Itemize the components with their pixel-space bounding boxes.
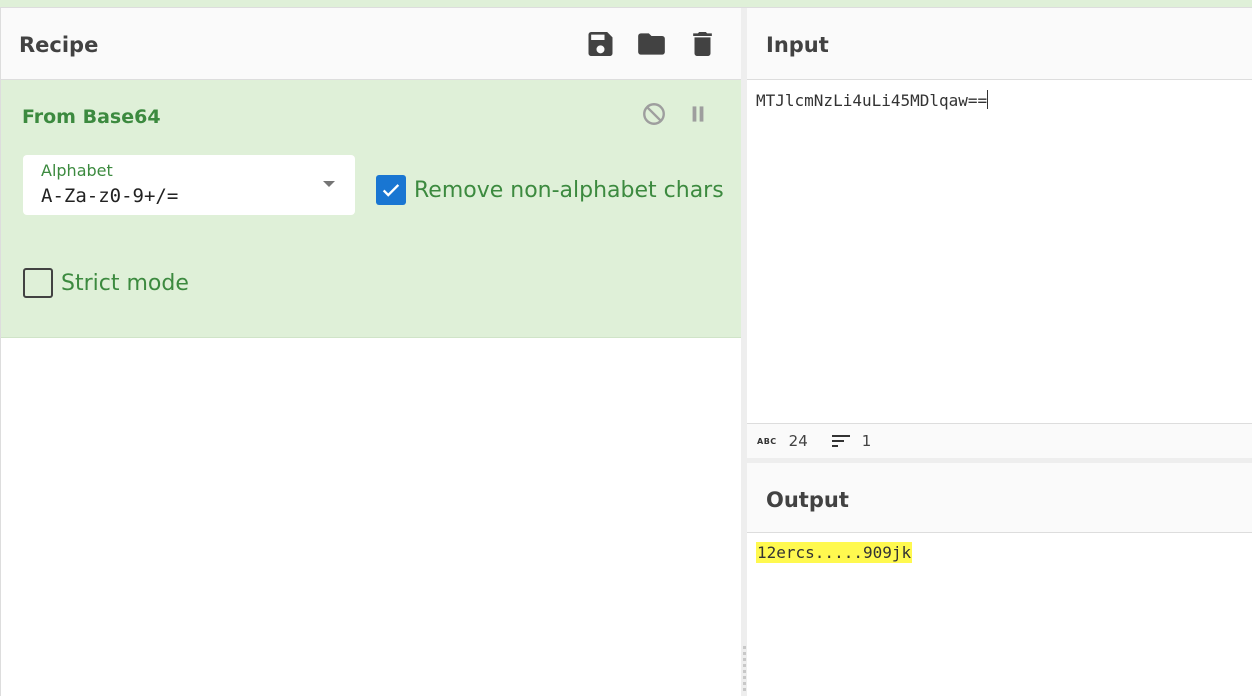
operation-title: From Base64 bbox=[22, 106, 161, 128]
pause-icon[interactable] bbox=[685, 101, 711, 127]
recipe-header: Recipe bbox=[1, 8, 741, 80]
input-textarea[interactable]: MTJlcmNzLi4uLi45MDlqaw== bbox=[756, 90, 989, 110]
chevron-down-icon[interactable] bbox=[323, 181, 335, 187]
abc-icon: ABC bbox=[757, 436, 777, 446]
folder-icon[interactable] bbox=[635, 28, 668, 60]
line-count: 1 bbox=[861, 432, 872, 450]
strict-mode-checkbox[interactable]: Strict mode bbox=[23, 268, 189, 298]
alphabet-value: A-Za-z0-9+/= bbox=[41, 185, 179, 207]
output-header: Output bbox=[747, 463, 1252, 533]
alphabet-label: Alphabet bbox=[41, 161, 113, 180]
strict-mode-label: Strict mode bbox=[61, 270, 189, 296]
input-title: Input bbox=[766, 33, 829, 57]
top-strip bbox=[0, 0, 1252, 8]
remove-non-alphabet-checkbox[interactable]: Remove non-alphabet chars bbox=[376, 175, 724, 205]
operation-from-base64: From Base64 Alphabet A-Za-z0-9+/= Remove… bbox=[1, 80, 741, 338]
output-value[interactable]: 12ercs.....909jk bbox=[756, 542, 913, 563]
input-statusbar: ABC 24 1 bbox=[747, 423, 1252, 458]
remove-non-alphabet-label: Remove non-alphabet chars bbox=[414, 177, 724, 203]
input-value: MTJlcmNzLi4uLi45MDlqaw== bbox=[756, 91, 988, 110]
checkbox-unchecked-icon[interactable] bbox=[23, 268, 53, 298]
recipe-title: Recipe bbox=[19, 33, 99, 57]
recipe-pane: Recipe From Base64 Alphabet A-Za-z0-9+/=… bbox=[0, 8, 741, 696]
text-cursor bbox=[987, 90, 989, 109]
input-header: Input bbox=[747, 8, 1252, 80]
resize-grip-icon[interactable] bbox=[743, 646, 746, 694]
operation-controls bbox=[641, 101, 711, 127]
checkbox-checked-icon[interactable] bbox=[376, 175, 406, 205]
input-pane: Input MTJlcmNzLi4uLi45MDlqaw== ABC 24 1 bbox=[747, 8, 1252, 458]
char-count: 24 bbox=[788, 432, 808, 450]
trash-icon[interactable] bbox=[686, 28, 719, 60]
alphabet-select[interactable]: Alphabet A-Za-z0-9+/= bbox=[23, 155, 355, 215]
save-icon[interactable] bbox=[584, 28, 617, 60]
output-pane: Output 12ercs.....909jk bbox=[747, 463, 1252, 696]
lines-icon bbox=[831, 434, 850, 448]
recipe-toolbar bbox=[584, 28, 719, 60]
disable-icon[interactable] bbox=[641, 101, 667, 127]
output-title: Output bbox=[766, 488, 849, 512]
